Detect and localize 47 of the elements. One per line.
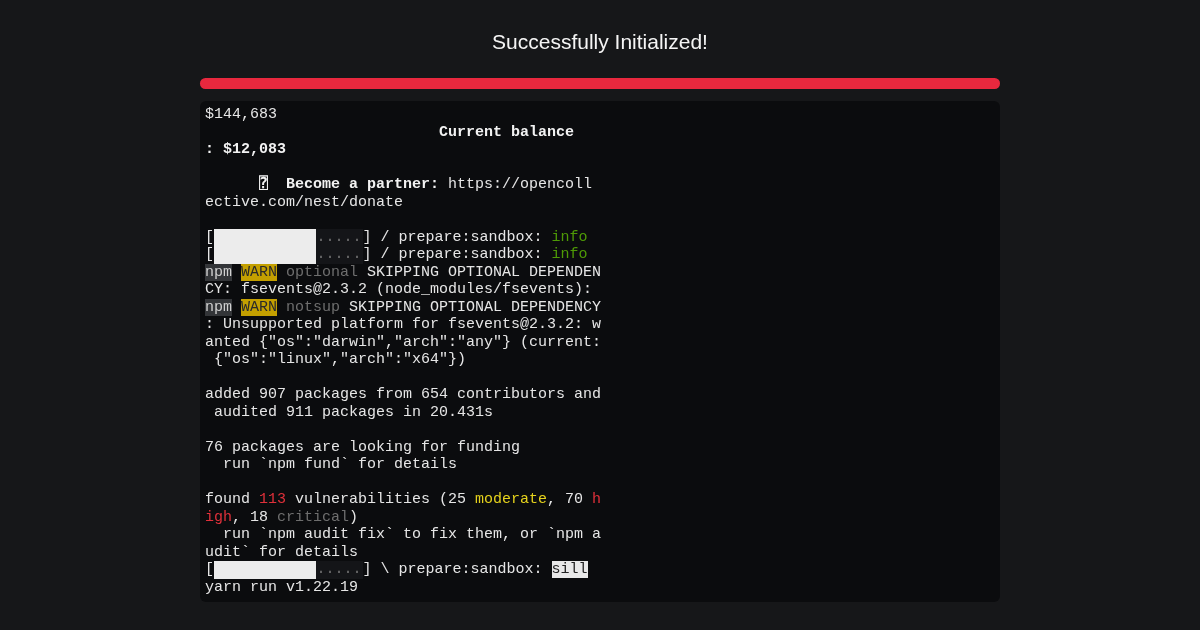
- terminal-text: ective.com/nest/donate: [205, 193, 404, 211]
- terminal-text: , 18: [232, 508, 270, 526]
- terminal-text: igh: [205, 508, 232, 526]
- terminal-text: [: [205, 561, 214, 578]
- npm-tag: npm: [205, 263, 232, 281]
- terminal-text: CY: fsevents@2.3.2 (node_modules/fsevents):: [205, 281, 593, 298]
- terminal-text: {"os":"linux","arch":"x64"}): [213, 351, 467, 368]
- terminal-text: critical: [277, 508, 350, 526]
- terminal-text: added 907 packages from 654 contributors and: [205, 386, 602, 403]
- terminal-text: ⍰ Become a partner:: [258, 176, 440, 193]
- terminal-text: SKIPPING OPTIONAL DEPENDENCY: [348, 298, 602, 316]
- terminal-text: .....: [316, 561, 362, 579]
- terminal-text: run `npm audit fix` to fix them, or `npm a: [222, 526, 602, 543]
- terminal-text: h: [592, 491, 602, 508]
- npm-tag: npm: [205, 298, 232, 316]
- terminal-text: found: [205, 491, 251, 508]
- terminal-text: : $12,083: [205, 141, 286, 158]
- page-title: Successfully Initialized!: [492, 29, 708, 55]
- terminal-text: notsup: [285, 298, 341, 316]
- warn-badge: WARN: [241, 298, 278, 316]
- terminal-text: .....: [316, 246, 362, 264]
- terminal-text: ] / prepare:sandbox:: [362, 228, 544, 246]
- terminal-text: audited 911 packages in 20.431s: [213, 403, 494, 421]
- terminal-text: optional: [285, 263, 359, 281]
- terminal-text: 113: [259, 491, 287, 508]
- terminal-text: udit` for details: [205, 543, 359, 561]
- terminal-text: yarn run v1.22.19: [205, 578, 359, 596]
- terminal-text: anted {"os":"darwin","arch":"any"} (current:: [205, 333, 602, 351]
- terminal-text: $144,683: [205, 106, 277, 123]
- highlighted-text: sill: [551, 561, 588, 578]
- terminal-text: ): [349, 508, 359, 526]
- terminal-text: moderate: [475, 491, 548, 508]
- terminal-text: https://opencoll: [447, 176, 593, 193]
- terminal-text: ] \ prepare:sandbox:: [362, 561, 544, 578]
- log-level: info: [551, 228, 588, 246]
- terminal-text: [: [205, 246, 214, 263]
- terminal-text: , 70: [547, 491, 585, 508]
- terminal-text: 76 packages are looking for funding: [205, 438, 521, 456]
- terminal-text: Current balance: [438, 123, 575, 141]
- log-level: info: [551, 246, 588, 263]
- terminal-text: .....: [316, 228, 362, 246]
- terminal-text: run `npm fund` for details: [222, 456, 458, 473]
- terminal-text: ] / prepare:sandbox:: [362, 246, 544, 263]
- terminal-text: SKIPPING OPTIONAL DEPENDEN: [366, 263, 602, 281]
- terminal-text: : Unsupported platform for fsevents@2.3.2: w: [205, 316, 602, 333]
- terminal-text: vulnerabilities (25: [294, 491, 468, 508]
- terminal-text: [: [205, 228, 214, 246]
